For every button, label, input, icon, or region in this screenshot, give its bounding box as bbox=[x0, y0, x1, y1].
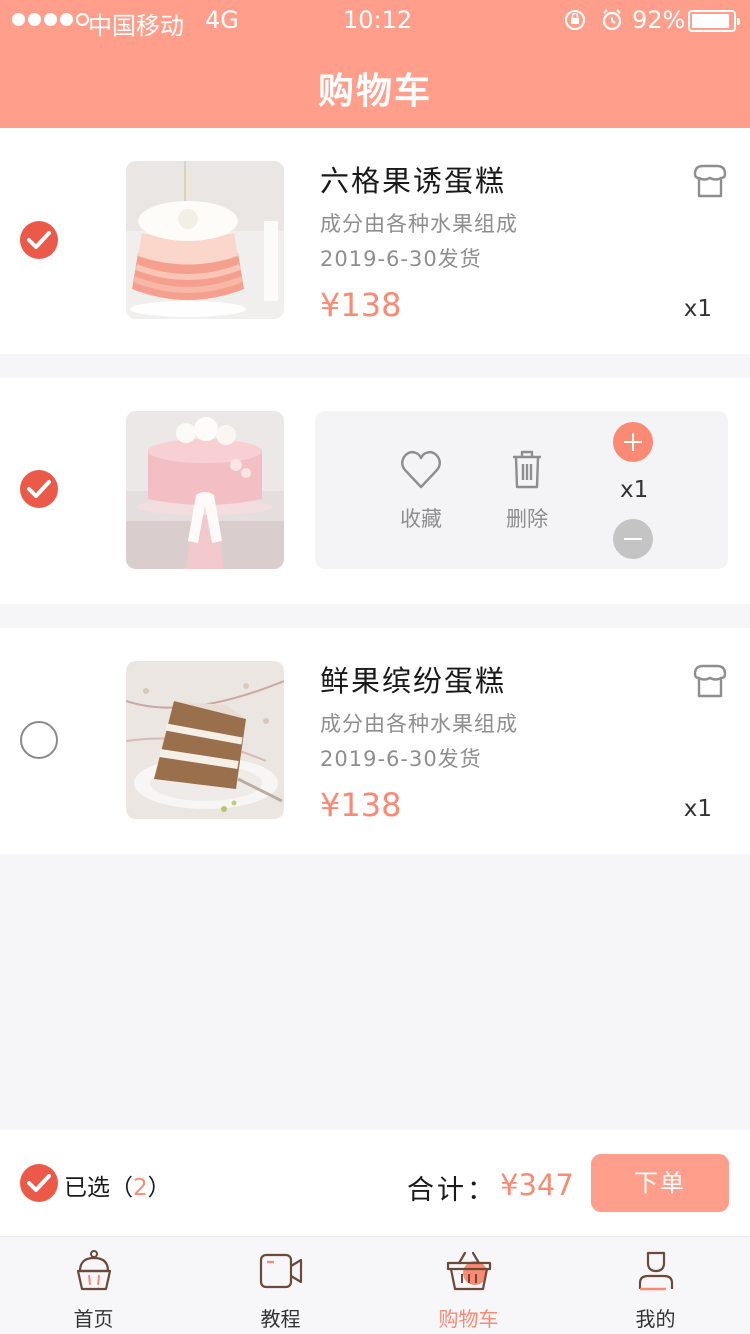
trash-icon bbox=[513, 450, 541, 489]
selected-count: 已选（2） bbox=[64, 1168, 171, 1202]
heart-icon bbox=[401, 450, 441, 489]
battery-percent: 92% bbox=[632, 6, 686, 34]
ruffle-cake-photo bbox=[126, 161, 284, 319]
checkmark-icon bbox=[27, 480, 51, 498]
selected-close-paren: ） bbox=[147, 1175, 171, 1201]
battery-icon bbox=[688, 10, 740, 32]
user-icon bbox=[638, 1251, 673, 1291]
product-description: 成分由各种水果组成 bbox=[320, 712, 518, 736]
page-title: 购物车 bbox=[317, 71, 432, 112]
item-checkbox[interactable] bbox=[20, 721, 58, 759]
video-icon bbox=[259, 1253, 302, 1289]
quantity-decrease-button[interactable] bbox=[613, 519, 653, 559]
selected-label: 已选 bbox=[64, 1175, 110, 1201]
carrier-name: 中国移动 bbox=[88, 12, 184, 40]
product-quantity: x1 bbox=[683, 796, 712, 822]
product-image[interactable] bbox=[126, 161, 284, 319]
alarm-icon bbox=[600, 8, 624, 38]
basket-icon bbox=[446, 1251, 491, 1291]
total-price: ¥347 bbox=[500, 1168, 574, 1202]
delete-button[interactable]: 删除 bbox=[492, 449, 562, 533]
rotation-lock-icon bbox=[563, 8, 587, 38]
pink-flower-cake-photo bbox=[126, 411, 284, 569]
bottom-tab-bar: 首页 教程 购物车 我的 bbox=[0, 1236, 750, 1334]
status-bar: 中国移动 4G 10:12 92% bbox=[0, 0, 750, 40]
tab-label: 我的 bbox=[635, 1307, 676, 1331]
place-order-button[interactable]: 下单 bbox=[591, 1154, 729, 1212]
checkmark-icon bbox=[27, 231, 51, 249]
product-quantity: x1 bbox=[683, 296, 712, 322]
tab-label: 教程 bbox=[260, 1307, 301, 1331]
product-description: 成分由各种水果组成 bbox=[320, 212, 518, 236]
tab-profile[interactable]: 我的 bbox=[562, 1237, 749, 1334]
tab-label: 购物车 bbox=[438, 1307, 499, 1331]
status-time: 10:12 bbox=[343, 6, 413, 34]
swipe-actions-panel: 收藏 删除 x1 bbox=[315, 411, 728, 569]
product-price: ¥138 bbox=[320, 786, 402, 824]
cart-item: 收藏 删除 x1 bbox=[0, 378, 750, 604]
quantity-value: x1 bbox=[620, 477, 649, 503]
tab-cart[interactable]: 购物车 bbox=[375, 1237, 562, 1334]
select-all-checkbox[interactable] bbox=[20, 1164, 58, 1202]
product-image[interactable] bbox=[126, 411, 284, 569]
quantity-increase-button[interactable] bbox=[613, 422, 653, 462]
tab-label: 首页 bbox=[73, 1307, 114, 1331]
tab-tutorial[interactable]: 教程 bbox=[187, 1237, 374, 1334]
app-header: 中国移动 4G 10:12 92% 购物车 bbox=[0, 0, 750, 128]
favorite-button[interactable]: 收藏 bbox=[386, 449, 456, 533]
network-type: 4G bbox=[205, 6, 239, 34]
product-image[interactable] bbox=[126, 661, 284, 819]
product-price: ¥138 bbox=[320, 286, 402, 324]
product-name[interactable]: 六格果诱蛋糕 bbox=[320, 158, 506, 200]
item-checkbox[interactable] bbox=[20, 470, 58, 508]
item-checkbox[interactable] bbox=[20, 221, 58, 259]
store-icon[interactable] bbox=[690, 162, 730, 206]
tab-home[interactable]: 首页 bbox=[0, 1237, 187, 1334]
checkmark-icon bbox=[27, 1174, 51, 1192]
delete-label: 删除 bbox=[506, 507, 548, 531]
checkout-bar: 已选（2） 合计： ¥347 下单 bbox=[0, 1130, 750, 1236]
cart-item: 鲜果缤纷蛋糕 成分由各种水果组成 2019-6-30发货 ¥138 x1 bbox=[0, 628, 750, 854]
cart-item: 六格果诱蛋糕 成分由各种水果组成 2019-6-30发货 ¥138 x1 bbox=[0, 128, 750, 354]
product-name[interactable]: 鲜果缤纷蛋糕 bbox=[320, 658, 506, 700]
total-label: 合计： bbox=[407, 1175, 497, 1206]
cupcake-icon bbox=[76, 1250, 111, 1291]
selected-number: 2 bbox=[133, 1175, 148, 1201]
store-icon[interactable] bbox=[690, 662, 730, 706]
signal-strength-icon bbox=[12, 13, 89, 26]
selected-open-paren: （ bbox=[110, 1175, 133, 1201]
layer-cake-slice-photo bbox=[126, 661, 284, 819]
ship-date: 2019-6-30发货 bbox=[320, 747, 482, 771]
favorite-label: 收藏 bbox=[400, 507, 442, 531]
ship-date: 2019-6-30发货 bbox=[320, 247, 482, 271]
